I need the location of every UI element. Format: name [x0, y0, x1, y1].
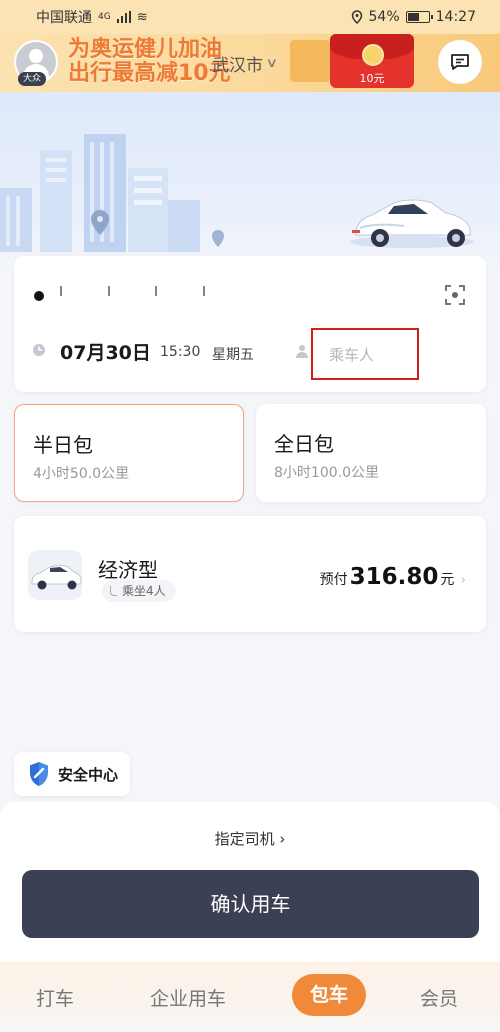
red-packet-amount: 10元 [359, 72, 385, 85]
message-icon [451, 54, 469, 70]
location-icon [351, 10, 362, 24]
tab-charter[interactable]: 包车 [292, 974, 366, 1016]
trip-time[interactable]: 15:30 [160, 344, 200, 360]
bottom-tab-bar: 打车 企业用车 包车 会员 [0, 962, 500, 1032]
package-detail: 8小时100.0公里 [274, 465, 379, 481]
trip-date[interactable]: 07月30日 [60, 338, 151, 365]
chevron-right-icon: › [460, 572, 466, 588]
pickup-address[interactable] [60, 280, 320, 310]
package-title: 半日包 [33, 433, 93, 457]
battery-percent: 54% [368, 9, 400, 25]
chevron-down-icon: ∨ [265, 56, 278, 71]
tab-membership[interactable]: 会员 [420, 984, 458, 1011]
clock-icon [33, 344, 45, 356]
city-skyline-illustration [0, 134, 474, 252]
tab-taxi[interactable]: 打车 [36, 984, 74, 1011]
price-prefix: 预付 [319, 572, 348, 588]
network-label: 4G [98, 12, 111, 22]
confirm-ride-button[interactable]: 确认用车 [22, 870, 479, 938]
passenger-placeholder: 乘车人 [329, 346, 375, 364]
price-unit: 元 [440, 572, 455, 588]
price-value: 316.80 [349, 564, 439, 590]
passenger-selector[interactable]: 乘车人 [311, 328, 419, 380]
scan-icon[interactable] [444, 284, 466, 306]
avatar-head-shape [29, 49, 43, 63]
battery-icon [405, 11, 433, 23]
package-half-day[interactable]: 半日包 4小时50.0公里 [14, 404, 244, 502]
car-type-card[interactable]: 经济型 乘坐4人 预付 316.80 元 › [14, 516, 486, 632]
pickup-dot-icon [34, 291, 44, 301]
carrier-label: 中国联通 [36, 10, 92, 26]
car-thumbnail [28, 550, 82, 600]
car-type-name: 经济型 [98, 558, 158, 582]
clock-time: 14:27 [435, 9, 476, 25]
trip-details-card: 07月30日 15:30 星期五 乘车人 [14, 256, 486, 392]
price-display[interactable]: 预付 316.80 元 › [320, 564, 466, 590]
hero-illustration [0, 92, 500, 272]
seat-capacity-badge: 乘坐4人 [102, 580, 176, 602]
status-bar: 中国联通 4G ≋ 54% 14:27 [0, 0, 500, 34]
package-full-day[interactable]: 全日包 8小时100.0公里 [256, 404, 486, 502]
coin-icon [362, 44, 384, 66]
trip-weekday: 星期五 [212, 347, 254, 363]
wifi-icon: ≋ [136, 9, 148, 25]
redacted-mark [203, 286, 206, 296]
promo-banner[interactable]: 大众 为奥运健儿加油 出行最高减10元 武汉市 ∨ 10元 [0, 34, 500, 92]
package-title: 全日包 [274, 432, 334, 456]
tab-enterprise[interactable]: 企业用车 [150, 984, 226, 1011]
city-selector[interactable]: 武汉市 ∨ [212, 51, 278, 76]
car-icon [31, 565, 82, 590]
avatar-level-badge: 大众 [18, 72, 47, 86]
promo-line-2: 出行最高减10元 [68, 61, 231, 86]
promo-headline: 为奥运健儿加油 出行最高减10元 [68, 38, 231, 86]
signal-icon [116, 11, 131, 23]
safety-center-button[interactable]: 安全中心 [14, 752, 131, 796]
person-icon [296, 345, 308, 358]
promo-line-1: 为奥运健儿加油 [68, 37, 223, 62]
package-detail: 4小时50.0公里 [33, 466, 130, 482]
assign-driver-link[interactable]: 指定司机 › [0, 828, 500, 849]
shield-icon [30, 762, 48, 786]
redacted-mark [60, 286, 62, 296]
message-button[interactable] [438, 40, 482, 84]
bottom-sheet: 指定司机 › 确认用车 [0, 802, 500, 972]
city-label: 武汉市 [212, 56, 263, 76]
redacted-mark [155, 286, 158, 296]
gift-box-icon [290, 40, 330, 82]
red-packet-icon[interactable]: 10元 [330, 34, 414, 88]
safety-center-label: 安全中心 [58, 765, 119, 784]
redacted-mark [107, 286, 110, 296]
